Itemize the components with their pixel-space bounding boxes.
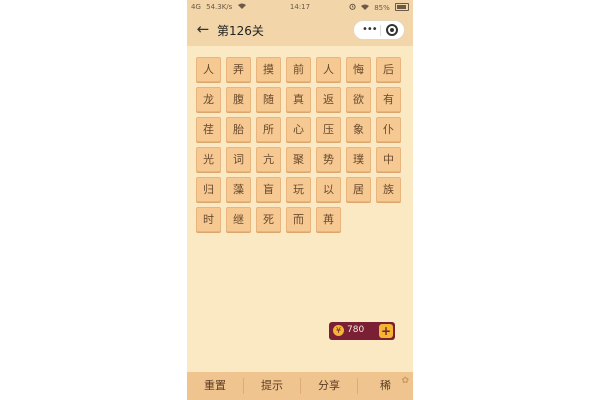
character-tile[interactable]: 所 (256, 117, 281, 142)
character-tile[interactable]: 时 (196, 207, 221, 232)
character-tile[interactable]: 心 (286, 117, 311, 142)
wifi-signal-icon (360, 4, 371, 12)
more-menu-button[interactable]: ••• (362, 25, 378, 35)
character-tile[interactable]: 压 (316, 117, 341, 142)
character-tile[interactable]: 真 (286, 87, 311, 112)
character-tile[interactable]: 死 (256, 207, 281, 232)
character-tile[interactable]: 有 (376, 87, 401, 112)
character-tile[interactable]: 而 (286, 207, 311, 232)
character-tile[interactable]: 继 (226, 207, 251, 232)
character-tile[interactable]: 弄 (226, 57, 251, 82)
hint-button[interactable]: 提示 (244, 372, 300, 400)
coin-icon: ¥ (333, 325, 344, 336)
character-tile[interactable]: 返 (316, 87, 341, 112)
title-bar: ← 第126关 ••• (187, 14, 413, 46)
back-arrow-icon[interactable]: ← (195, 21, 211, 37)
character-tile[interactable]: 聚 (286, 147, 311, 172)
share-button[interactable]: 分享 (301, 372, 357, 400)
character-tile[interactable]: 盲 (256, 177, 281, 202)
reset-button[interactable]: 重置 (187, 372, 243, 400)
coin-value: 780 (347, 325, 365, 335)
character-tile[interactable]: 后 (376, 57, 401, 82)
battery-icon (395, 3, 409, 11)
battery-percent: 85% (374, 4, 390, 12)
character-tile[interactable]: 归 (196, 177, 221, 202)
alarm-icon (349, 3, 358, 12)
character-tile[interactable]: 胎 (226, 117, 251, 142)
bottom-toolbar: 重置 提示 分享 稀 ✿ (187, 372, 413, 400)
status-right: 85% (346, 3, 409, 12)
character-tile[interactable]: 苒 (316, 207, 341, 232)
character-tile[interactable]: 亢 (256, 147, 281, 172)
character-tile[interactable]: 腹 (226, 87, 251, 112)
capsule-divider (380, 25, 381, 36)
character-tile[interactable]: 荏 (196, 117, 221, 142)
status-bar: 4G 54.3K/s 14:17 85% (187, 0, 413, 14)
character-tile[interactable]: 词 (226, 147, 251, 172)
character-tile[interactable]: 族 (376, 177, 401, 202)
close-target-icon[interactable] (386, 24, 398, 36)
decoration-icon: ✿ (401, 376, 409, 386)
page-title: 第126关 (217, 24, 264, 38)
coin-balance: ¥ 780 + (329, 322, 395, 340)
character-tile[interactable]: 人 (316, 57, 341, 82)
character-tile[interactable]: 藻 (226, 177, 251, 202)
add-coins-button[interactable]: + (379, 324, 393, 338)
character-tile[interactable]: 光 (196, 147, 221, 172)
character-tile[interactable]: 中 (376, 147, 401, 172)
character-tile[interactable]: 以 (316, 177, 341, 202)
character-tile[interactable]: 象 (346, 117, 371, 142)
battery-fill (397, 5, 406, 9)
character-tile[interactable]: 人 (196, 57, 221, 82)
character-tile[interactable]: 欲 (346, 87, 371, 112)
character-tile[interactable]: 龙 (196, 87, 221, 112)
character-tile[interactable]: 璞 (346, 147, 371, 172)
character-tile[interactable]: 仆 (376, 117, 401, 142)
character-tile[interactable]: 玩 (286, 177, 311, 202)
phone-screen: 4G 54.3K/s 14:17 85% ← 第126关 ••• 人弄摸前人悔后… (187, 0, 413, 400)
character-tile[interactable]: 悔 (346, 57, 371, 82)
character-tile[interactable]: 摸 (256, 57, 281, 82)
character-tile[interactable]: 随 (256, 87, 281, 112)
character-tile[interactable]: 前 (286, 57, 311, 82)
mini-program-capsule: ••• (353, 20, 405, 40)
character-tile[interactable]: 势 (316, 147, 341, 172)
character-tile[interactable]: 居 (346, 177, 371, 202)
